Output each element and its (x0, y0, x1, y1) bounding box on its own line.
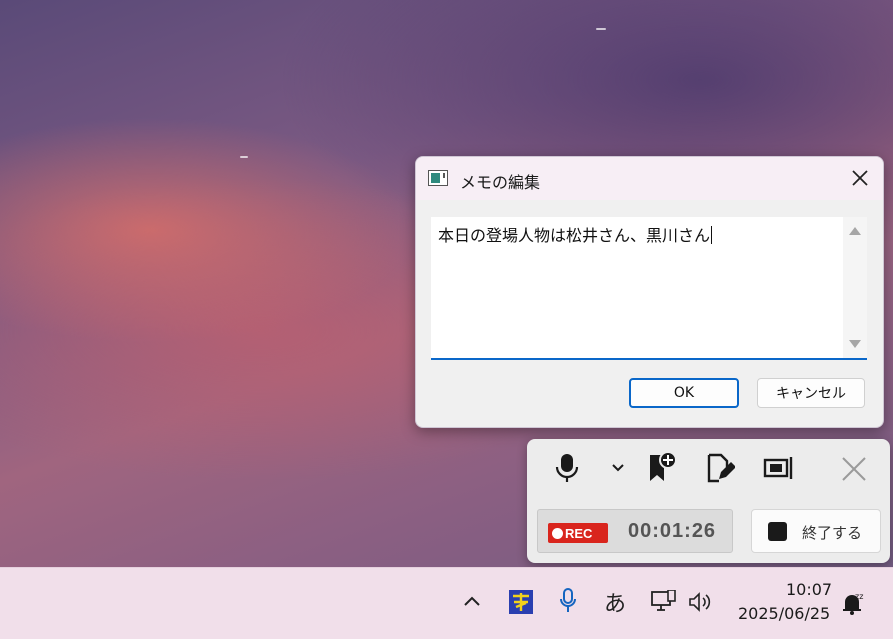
scroll-down-icon[interactable] (849, 340, 861, 348)
close-icon[interactable] (849, 167, 871, 189)
volume-icon[interactable] (688, 592, 714, 612)
memo-textarea[interactable]: 本日の登場人物は松井さん、黒川さん (431, 217, 867, 360)
app-window-icon (428, 170, 448, 186)
clock-time[interactable]: 10:07 (786, 580, 832, 599)
dialog-titlebar: メモの編集 (416, 157, 883, 200)
stop-icon (768, 522, 787, 541)
edit-note-icon[interactable] (705, 453, 735, 483)
scroll-up-icon[interactable] (849, 227, 861, 235)
recording-panel: REC 00:01:26 終了する (527, 439, 890, 563)
chevron-up-icon[interactable] (463, 595, 481, 607)
recording-status: REC 00:01:26 (537, 509, 733, 553)
stop-label: 終了する (802, 524, 863, 542)
rec-badge: REC (548, 523, 608, 543)
clock-date[interactable]: 2025/06/25 (738, 604, 830, 623)
taskbar: あ 10:07 2025/06/25 zz (0, 567, 893, 639)
rec-label: REC (565, 525, 593, 541)
notification-snooze-icon[interactable]: zz (840, 590, 866, 616)
network-icon[interactable] (651, 590, 677, 614)
elapsed-time: 00:01:26 (628, 520, 717, 542)
desktop-speck (240, 156, 248, 158)
ok-button[interactable]: OK (629, 378, 739, 408)
svg-text:zz: zz (855, 592, 863, 601)
rec-dot-icon (552, 527, 563, 539)
screen-capture-icon[interactable] (763, 455, 795, 481)
chevron-down-icon[interactable] (611, 463, 625, 473)
ime-app-icon[interactable] (509, 590, 533, 614)
close-icon[interactable] (841, 456, 867, 482)
ime-mode-indicator[interactable]: あ (604, 586, 626, 618)
edit-memo-dialog: メモの編集 本日の登場人物は松井さん、黒川さん OK キャンセル (415, 156, 884, 428)
microphone-icon[interactable] (559, 588, 577, 614)
memo-scrollbar[interactable] (843, 217, 867, 358)
memo-text: 本日の登場人物は松井さん、黒川さん (438, 222, 712, 246)
cancel-button[interactable]: キャンセル (757, 378, 865, 408)
dialog-title: メモの編集 (460, 173, 541, 192)
bookmark-add-icon[interactable] (647, 451, 677, 483)
stop-recording-button[interactable]: 終了する (751, 509, 881, 553)
microphone-icon[interactable] (555, 453, 579, 483)
desktop-speck (596, 28, 606, 30)
